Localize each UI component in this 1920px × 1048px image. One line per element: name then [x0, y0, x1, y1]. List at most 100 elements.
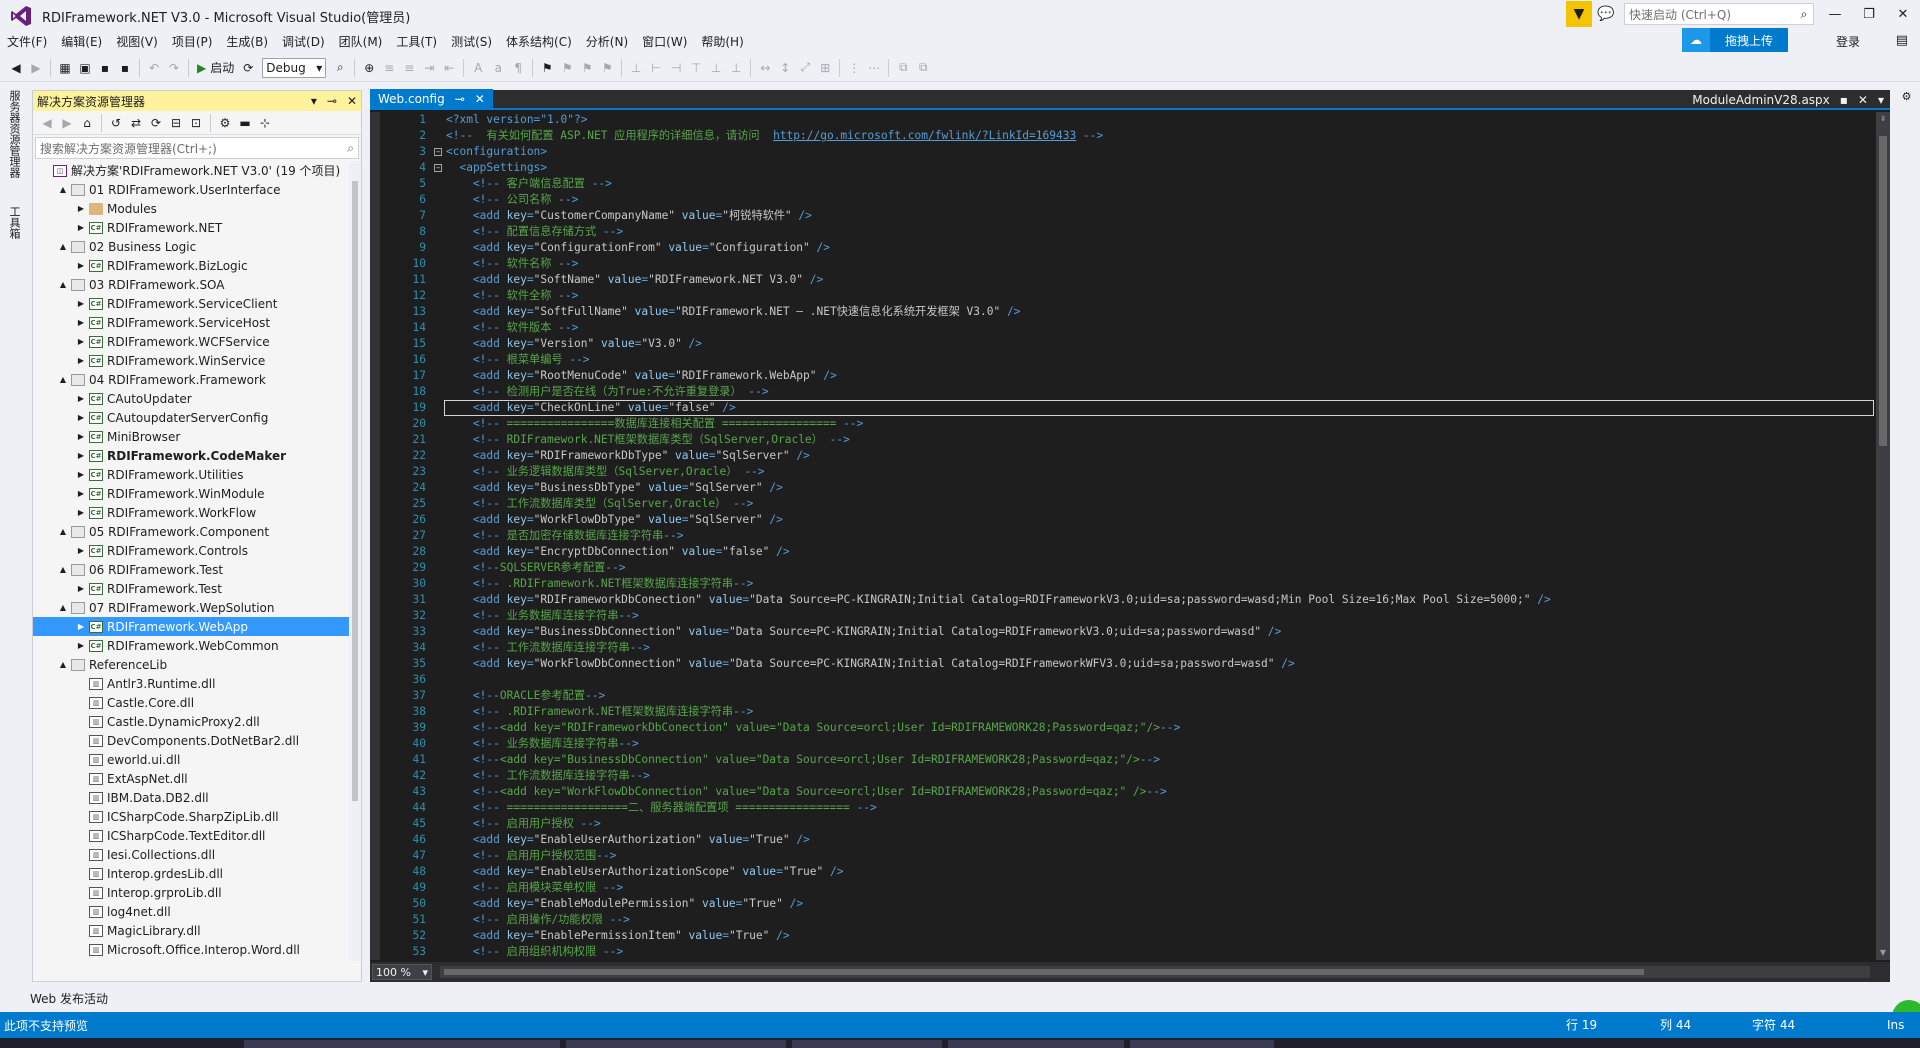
- close-icon[interactable]: ✕: [475, 92, 485, 106]
- expanded-arrow-icon[interactable]: ▲: [57, 660, 69, 669]
- find-in-files-icon[interactable]: ⌕: [330, 57, 350, 79]
- code-line[interactable]: 4− <appSettings>: [370, 160, 1876, 176]
- code-line[interactable]: 37 <!--ORACLE参考配置-->: [370, 688, 1876, 704]
- align-icon[interactable]: ⊥: [626, 57, 646, 79]
- code-line[interactable]: 7 <add key="CustomerCompanyName" value="…: [370, 208, 1876, 224]
- tree-item[interactable]: ▥ Iesi.Collections.dll: [33, 845, 361, 864]
- collapsed-arrow-icon[interactable]: ▶: [75, 204, 87, 213]
- tab-web-config[interactable]: Web.config ⊸ ✕: [370, 89, 493, 109]
- code-line[interactable]: 33 <add key="BusinessDbConnection" value…: [370, 624, 1876, 640]
- tree-item[interactable]: ▶ C# RDIFramework.WCFService: [33, 332, 361, 351]
- align-bottom-icon[interactable]: ⊥: [726, 57, 746, 79]
- expanded-arrow-icon[interactable]: ▲: [57, 185, 69, 194]
- menu-item[interactable]: 生成(B): [219, 32, 275, 52]
- menu-item[interactable]: 分析(N): [579, 32, 635, 52]
- code-line[interactable]: 39 <!--<add key="RDIFrameworkDbConection…: [370, 720, 1876, 736]
- tree-item[interactable]: ▥Microsoft.ReportViewer.Common.dll: [33, 959, 361, 961]
- collapsed-arrow-icon[interactable]: ▶: [75, 318, 87, 327]
- tree-item[interactable]: ▶ Modules: [33, 199, 361, 218]
- code-line[interactable]: 53 <!-- 启用组织机构权限 -->: [370, 944, 1876, 960]
- menu-item[interactable]: 工具(T): [389, 32, 444, 52]
- vertical-scrollbar-thumb[interactable]: [1879, 136, 1887, 446]
- taskbar-item[interactable]: [1130, 1040, 1274, 1048]
- code-line[interactable]: 46 <add key="EnableUserAuthorization" va…: [370, 832, 1876, 848]
- splitter-icon[interactable]: ⇟: [1876, 112, 1890, 126]
- code-line[interactable]: 2 <!-- 有关如何配置 ASP.NET 应用程序的详细信息，请访问 http:…: [370, 128, 1876, 144]
- menu-item[interactable]: 测试(S): [444, 32, 499, 52]
- code-line[interactable]: 17 <add key="RootMenuCode" value="RDIFra…: [370, 368, 1876, 384]
- collapsed-arrow-icon[interactable]: ▶: [75, 356, 87, 365]
- menu-item[interactable]: 帮助(H): [694, 32, 750, 52]
- quick-launch-input[interactable]: 快速启动 (Ctrl+Q) ⌕: [1624, 3, 1814, 25]
- sync-icon[interactable]: ⇄: [126, 112, 146, 134]
- code-line[interactable]: 8 <!-- 配置信息存储方式 -->: [370, 224, 1876, 240]
- code-line[interactable]: 26 <add key="WorkFlowDbType" value="SqlS…: [370, 512, 1876, 528]
- collapsed-arrow-icon[interactable]: ▶: [75, 413, 87, 422]
- toolbox-tab[interactable]: 工具箱: [8, 206, 22, 239]
- taskbar-item[interactable]: [792, 1040, 942, 1048]
- code-line[interactable]: 51 <!-- 启用操作/功能权限 -->: [370, 912, 1876, 928]
- code-line[interactable]: 32 <!-- 业务数据库连接字符串-->: [370, 608, 1876, 624]
- tree-item[interactable]: ▶ C# CAutoupdaterServerConfig: [33, 408, 361, 427]
- drag-upload-button[interactable]: ☁ 拖拽上传: [1682, 28, 1788, 52]
- collapse-region-icon[interactable]: −: [434, 164, 442, 172]
- outdent-icon[interactable]: ⇤: [439, 57, 459, 79]
- chevron-down-icon[interactable]: ▾: [1878, 93, 1884, 107]
- expanded-arrow-icon[interactable]: ▲: [57, 527, 69, 536]
- pin-icon[interactable]: ⊸: [455, 92, 465, 106]
- comment-icon[interactable]: ≡: [379, 57, 399, 79]
- code-text-area[interactable]: 1 <?xml version="1.0"?> 2 <!-- 有关如何配置 ASP.N…: [370, 112, 1876, 960]
- tree-item[interactable]: ▥ IBM.Data.DB2.dll: [33, 788, 361, 807]
- code-line[interactable]: 1 <?xml version="1.0"?>: [370, 112, 1876, 128]
- home-icon[interactable]: ⌂: [77, 112, 97, 134]
- collapsed-arrow-icon[interactable]: ▶: [75, 261, 87, 270]
- pin-icon[interactable]: ⊸: [327, 91, 337, 111]
- code-line[interactable]: 42 <!-- 工作流数据库连接字符串-->: [370, 768, 1876, 784]
- code-line[interactable]: 9 <add key="ConfigurationFrom" value="Co…: [370, 240, 1876, 256]
- collapsed-arrow-icon[interactable]: ▶: [75, 508, 87, 517]
- tree-item[interactable]: ▥ Interop.grdesLib.dll: [33, 864, 361, 883]
- code-line[interactable]: 29 <!--SQLSERVER参考配置-->: [370, 560, 1876, 576]
- tree-item[interactable]: ▶ C# RDIFramework.CodeMaker: [33, 446, 361, 465]
- properties-icon[interactable]: ⚙: [215, 112, 235, 134]
- clear-bookmarks-icon[interactable]: ⚑: [597, 57, 617, 79]
- align-center-icon[interactable]: ⊣: [666, 57, 686, 79]
- tree-item[interactable]: ▥ Castle.DynamicProxy2.dll: [33, 712, 361, 731]
- bookmark-icon[interactable]: ⚑: [537, 57, 557, 79]
- menu-item[interactable]: 调试(D): [275, 32, 332, 52]
- code-line[interactable]: 10 <!-- 软件名称 -->: [370, 256, 1876, 272]
- code-line[interactable]: 31 <add key="RDIFrameworkDbConection" va…: [370, 592, 1876, 608]
- code-line[interactable]: 50 <add key="EnableModulePermission" val…: [370, 896, 1876, 912]
- tree-item[interactable]: ▥ ICSharpCode.TextEditor.dll: [33, 826, 361, 845]
- collapsed-arrow-icon[interactable]: ▶: [75, 451, 87, 460]
- code-line[interactable]: 48 <add key="EnableUserAuthorizationScop…: [370, 864, 1876, 880]
- collapsed-arrow-icon[interactable]: ▶: [75, 489, 87, 498]
- account-icon[interactable]: ▤: [1896, 33, 1908, 48]
- code-line[interactable]: 21 <!-- RDIFramework.NET框架数据库类型（SqlServe…: [370, 432, 1876, 448]
- minimize-button[interactable]: —: [1818, 0, 1852, 28]
- vertical-spacing-icon[interactable]: ⋯: [864, 57, 884, 79]
- tree-item[interactable]: ▶ C# MiniBrowser: [33, 427, 361, 446]
- search-icon[interactable]: ⊕: [359, 57, 379, 79]
- server-explorer-tab[interactable]: 服务器资源管理器: [8, 90, 22, 178]
- tree-item[interactable]: ▶ C# RDIFramework.BizLogic: [33, 256, 361, 275]
- code-line[interactable]: 34 <!-- 工作流数据库连接字符串-->: [370, 640, 1876, 656]
- tree-item[interactable]: ▶ C# RDIFramework.Utilities: [33, 465, 361, 484]
- code-line[interactable]: 15 <add key="Version" value="V3.0" />: [370, 336, 1876, 352]
- taskbar-item[interactable]: [244, 1040, 560, 1048]
- code-line[interactable]: 23 <!-- 业务逻辑数据库类型（SqlServer,Oracle） -->: [370, 464, 1876, 480]
- login-link[interactable]: 登录: [1836, 33, 1860, 50]
- refresh-icon[interactable]: ⟳: [146, 112, 166, 134]
- send-to-back-icon[interactable]: ⧉: [913, 57, 933, 79]
- horizontal-scrollbar-thumb[interactable]: [444, 969, 1644, 975]
- collapsed-arrow-icon[interactable]: ▶: [75, 584, 87, 593]
- format-icon[interactable]: a: [488, 57, 508, 79]
- close-icon[interactable]: ✕: [347, 91, 357, 111]
- code-line[interactable]: 12 <!-- 软件全称 -->: [370, 288, 1876, 304]
- taskbar-item[interactable]: [566, 1040, 786, 1048]
- code-line[interactable]: 52 <add key="EnablePermissionItem" value…: [370, 928, 1876, 944]
- vertical-scrollbar[interactable]: ⇟ ▼: [1876, 112, 1890, 960]
- tree-item[interactable]: ▥ ExtAspNet.dll: [33, 769, 361, 788]
- tree-item[interactable]: ▲ 03 RDIFramework.SOA: [33, 275, 361, 294]
- tree-scrollbar[interactable]: [349, 161, 361, 961]
